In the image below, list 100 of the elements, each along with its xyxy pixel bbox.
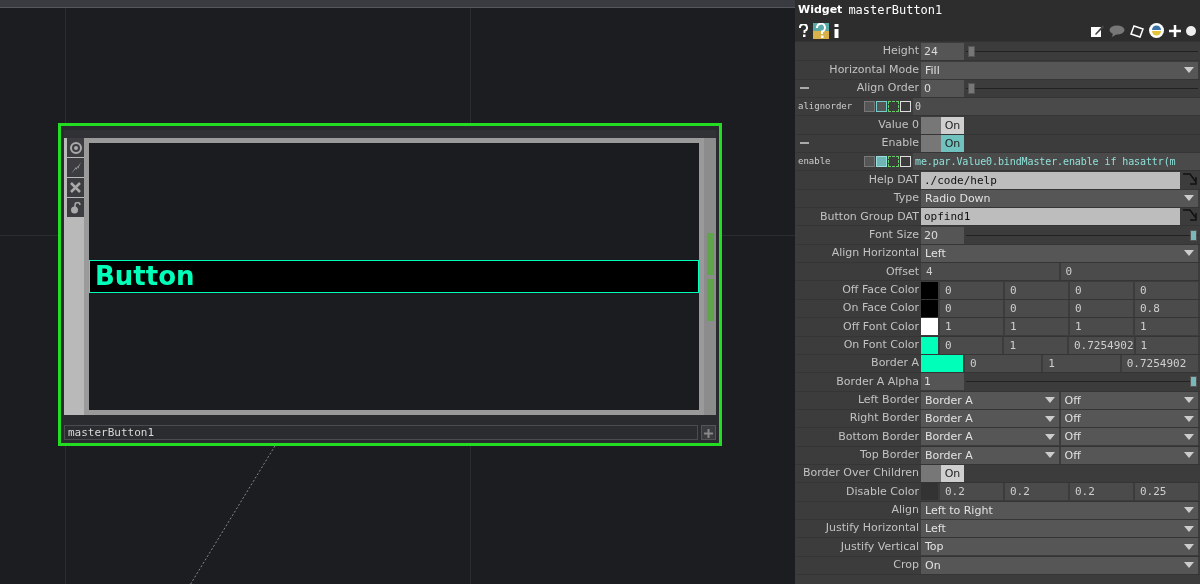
parameter-label: Horizontal Mode xyxy=(829,61,919,78)
button-preview[interactable]: Button xyxy=(89,260,699,293)
parameter-label: Align Horizontal xyxy=(831,245,919,262)
lock-icon[interactable] xyxy=(67,198,84,217)
slider-thumb[interactable] xyxy=(1190,229,1197,241)
menu-value: Border A xyxy=(925,447,973,464)
menu-value: Border A xyxy=(925,392,973,409)
color-swatch[interactable] xyxy=(921,355,963,372)
node-frame[interactable]: Button masterButton1 xyxy=(58,123,722,446)
number-field[interactable]: 0.2 xyxy=(1070,483,1133,501)
number-field[interactable]: 0 xyxy=(940,281,1003,299)
number-field[interactable]: 1 xyxy=(940,318,1003,336)
number-field[interactable]: 1 xyxy=(1070,318,1133,336)
scroll-handle[interactable] xyxy=(706,232,714,275)
text-field[interactable]: opfind1 xyxy=(921,208,1180,226)
mode-icon[interactable] xyxy=(888,101,899,113)
comment-icon[interactable] xyxy=(1109,24,1125,37)
dropdown-menu-field[interactable]: Border A xyxy=(921,428,1059,446)
node-name-field[interactable]: masterButton1 xyxy=(64,425,698,440)
dropdown-menu-field[interactable]: Off xyxy=(1060,428,1198,446)
mode-icon[interactable] xyxy=(888,156,899,168)
menu-value: Border A xyxy=(925,411,973,428)
scroll-handle[interactable] xyxy=(706,278,714,321)
operator-name[interactable]: masterButton1 xyxy=(848,1,943,19)
info-icon[interactable] xyxy=(834,23,839,38)
parameter-label: Off Face Color xyxy=(842,281,919,298)
dropdown-caret-icon xyxy=(1044,397,1055,404)
dot-icon[interactable] xyxy=(1186,25,1196,36)
dropdown-caret-icon xyxy=(1044,415,1055,422)
collapse-icon[interactable] xyxy=(800,142,809,145)
parameter-label: Type xyxy=(893,190,919,207)
dropdown-caret-icon xyxy=(1044,452,1055,459)
menu-value: Fill xyxy=(925,62,940,79)
dropdown-caret-icon xyxy=(1184,67,1194,73)
menu-value: Left to Right xyxy=(925,502,993,519)
number-field[interactable]: 1 xyxy=(1043,355,1120,372)
parameter-label: On Font Color xyxy=(843,336,919,353)
number-field[interactable]: 0.2 xyxy=(940,483,1003,501)
dropdown-menu-field[interactable]: Left xyxy=(921,520,1198,538)
value-field[interactable]: 20 xyxy=(921,226,964,244)
parameter-label: On Face Color xyxy=(842,300,919,317)
menu-value: Left xyxy=(925,245,946,262)
number-field[interactable]: 0.25 xyxy=(1135,483,1198,501)
number-field[interactable]: 0 xyxy=(1005,281,1068,299)
parameter-label: Enable xyxy=(881,135,919,152)
dropdown-menu-field[interactable]: Top xyxy=(921,538,1198,556)
edit-icon[interactable] xyxy=(1090,23,1104,38)
parameter-label: Right Border xyxy=(849,410,919,427)
number-field[interactable]: 0 xyxy=(1070,281,1133,299)
close-icon[interactable] xyxy=(67,178,84,197)
slider-thumb[interactable] xyxy=(968,46,976,58)
parameter-label: Disable Color xyxy=(845,483,919,500)
number-field[interactable]: 1 xyxy=(1135,318,1198,336)
toggle-switch[interactable]: On xyxy=(921,465,964,483)
dropdown-caret-icon xyxy=(1184,562,1194,569)
parameter-label: Button Group DAT xyxy=(820,208,919,225)
menu-value: Top xyxy=(925,539,944,556)
number-field[interactable]: 4 xyxy=(921,263,1059,281)
menu-value: On xyxy=(925,557,941,574)
parameter-label: Help DAT xyxy=(868,171,919,188)
number-field[interactable]: 0 xyxy=(1060,263,1198,281)
text-field[interactable]: ./code/help xyxy=(921,171,1180,189)
expression-field[interactable]: 0 xyxy=(913,98,1200,116)
python-icon[interactable] xyxy=(1149,23,1164,38)
menu-value: Off xyxy=(1064,392,1081,409)
parameter-label: Justify Horizontal xyxy=(825,520,919,537)
parameter-name: alignorder xyxy=(797,99,854,113)
number-field[interactable]: 0.7254902 xyxy=(1121,355,1198,372)
parameter-label: Justify Vertical xyxy=(840,538,919,555)
color-swatch[interactable] xyxy=(921,483,938,501)
number-field[interactable]: 1 xyxy=(1005,318,1068,336)
dropdown-caret-icon xyxy=(1184,250,1194,257)
dropdown-caret-icon xyxy=(1184,195,1194,202)
color-swatch[interactable] xyxy=(921,281,938,299)
mode-icon[interactable] xyxy=(876,101,887,113)
dropdown-caret-icon xyxy=(1184,507,1194,514)
collapse-icon[interactable] xyxy=(800,87,809,90)
slider-thumb[interactable] xyxy=(968,82,976,94)
parameter-label: Offset xyxy=(885,263,919,280)
number-field[interactable]: 0.2 xyxy=(1005,483,1068,501)
value-field[interactable]: 1 xyxy=(921,373,964,391)
expression-field[interactable]: me.par.Value0.bindMaster.enable if hasattr(m xyxy=(913,153,1200,171)
value-field[interactable]: 24 xyxy=(921,43,964,61)
parameter-label: Height xyxy=(882,43,919,60)
dropdown-caret-icon xyxy=(1184,543,1194,550)
toggle-switch[interactable]: On xyxy=(921,116,964,134)
viewer-icon[interactable] xyxy=(67,138,84,157)
dropdown-menu-field[interactable]: Fill xyxy=(921,61,1198,79)
help-box-icon[interactable] xyxy=(813,22,829,39)
number-field[interactable]: 0 xyxy=(965,355,1042,372)
dropdown-menu-field[interactable]: Off xyxy=(1060,410,1198,428)
color-swatch[interactable] xyxy=(921,318,938,336)
help-icon[interactable] xyxy=(799,24,808,37)
slider-thumb[interactable] xyxy=(1190,376,1197,388)
parameter-name: enable xyxy=(797,155,832,168)
parameter-label: Border A xyxy=(871,355,919,372)
number-field[interactable]: 0 xyxy=(1135,281,1198,299)
clipboard-icon[interactable] xyxy=(1130,23,1144,38)
menu-value: Off xyxy=(1064,447,1081,464)
dropdown-menu-field[interactable]: Border A xyxy=(921,410,1059,428)
